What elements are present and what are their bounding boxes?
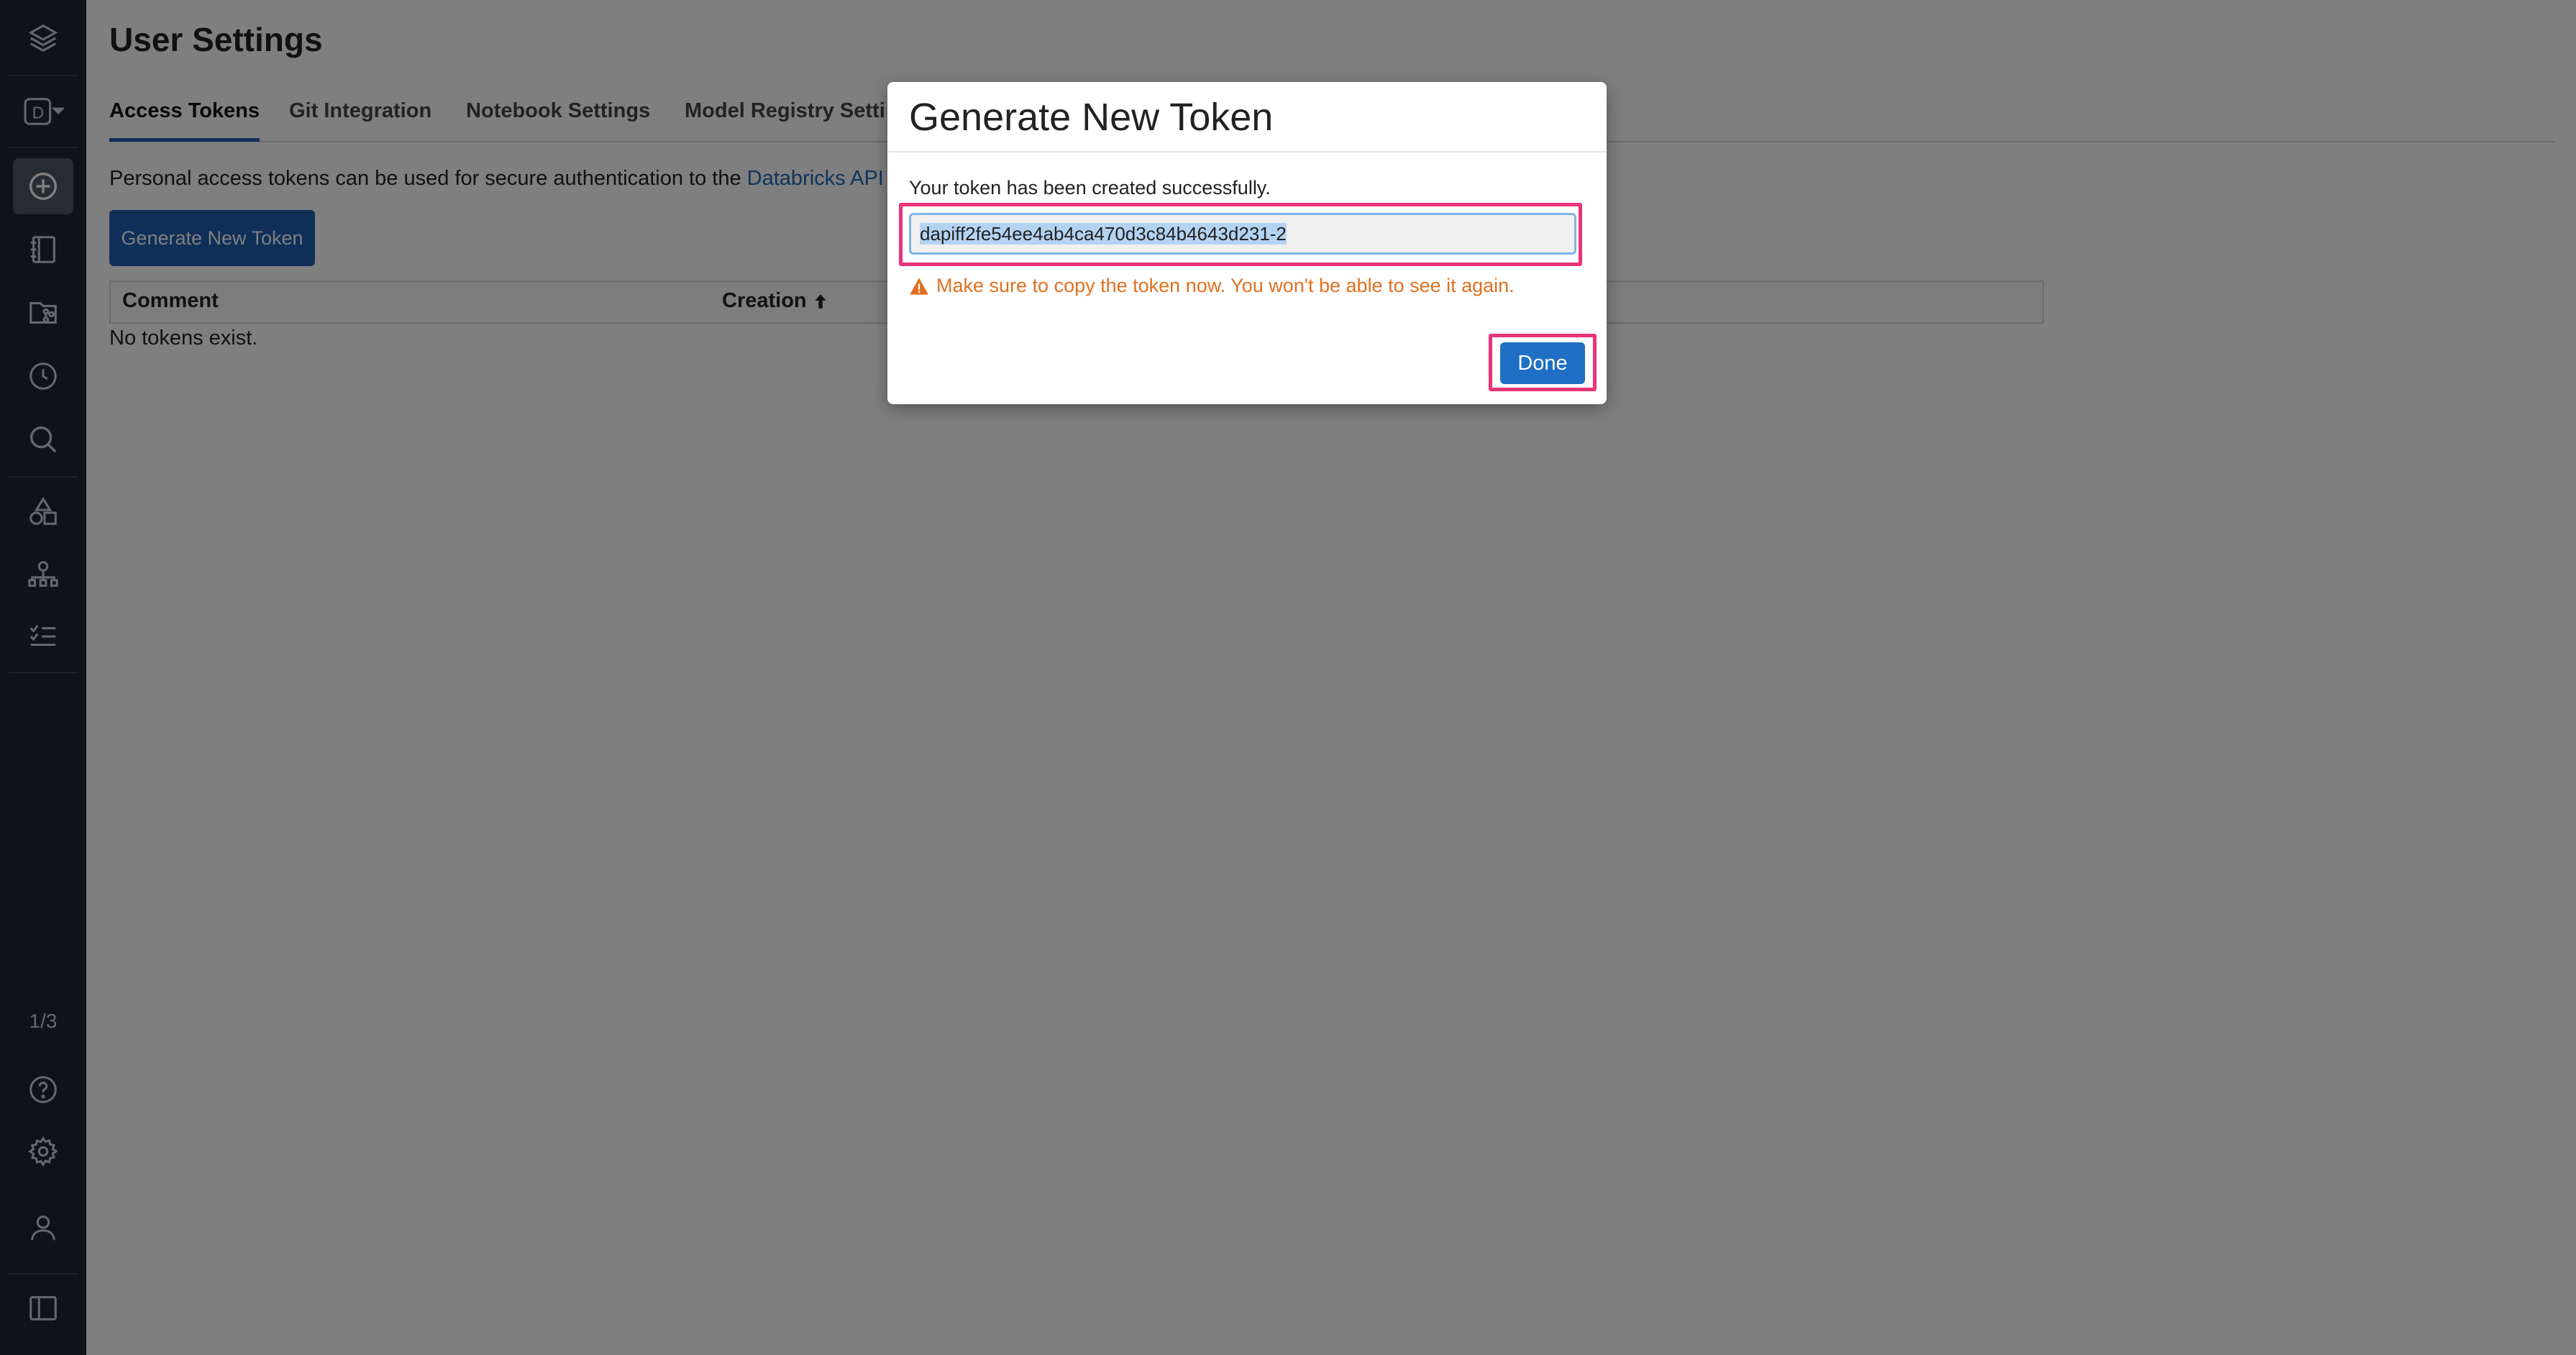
copy-warning-text: Make sure to copy the token now. You won… xyxy=(936,275,1515,296)
dialog-header: Generate New Token xyxy=(887,82,1607,152)
token-value-field[interactable]: dapiff2fe54ee4ab4ca470d3c84b4643d231-2 xyxy=(909,213,1576,255)
warning-triangle-icon xyxy=(910,277,928,295)
dialog-title: Generate New Token xyxy=(909,96,1274,139)
generate-token-dialog: Generate New Token Your token has been c… xyxy=(887,82,1607,404)
success-message: Your token has been created successfully… xyxy=(909,177,1271,199)
done-button[interactable]: Done xyxy=(1500,342,1585,384)
token-value-text: dapiff2fe54ee4ab4ca470d3c84b4643d231-2 xyxy=(920,223,1287,245)
copy-warning: Make sure to copy the token now. You won… xyxy=(909,275,1515,297)
